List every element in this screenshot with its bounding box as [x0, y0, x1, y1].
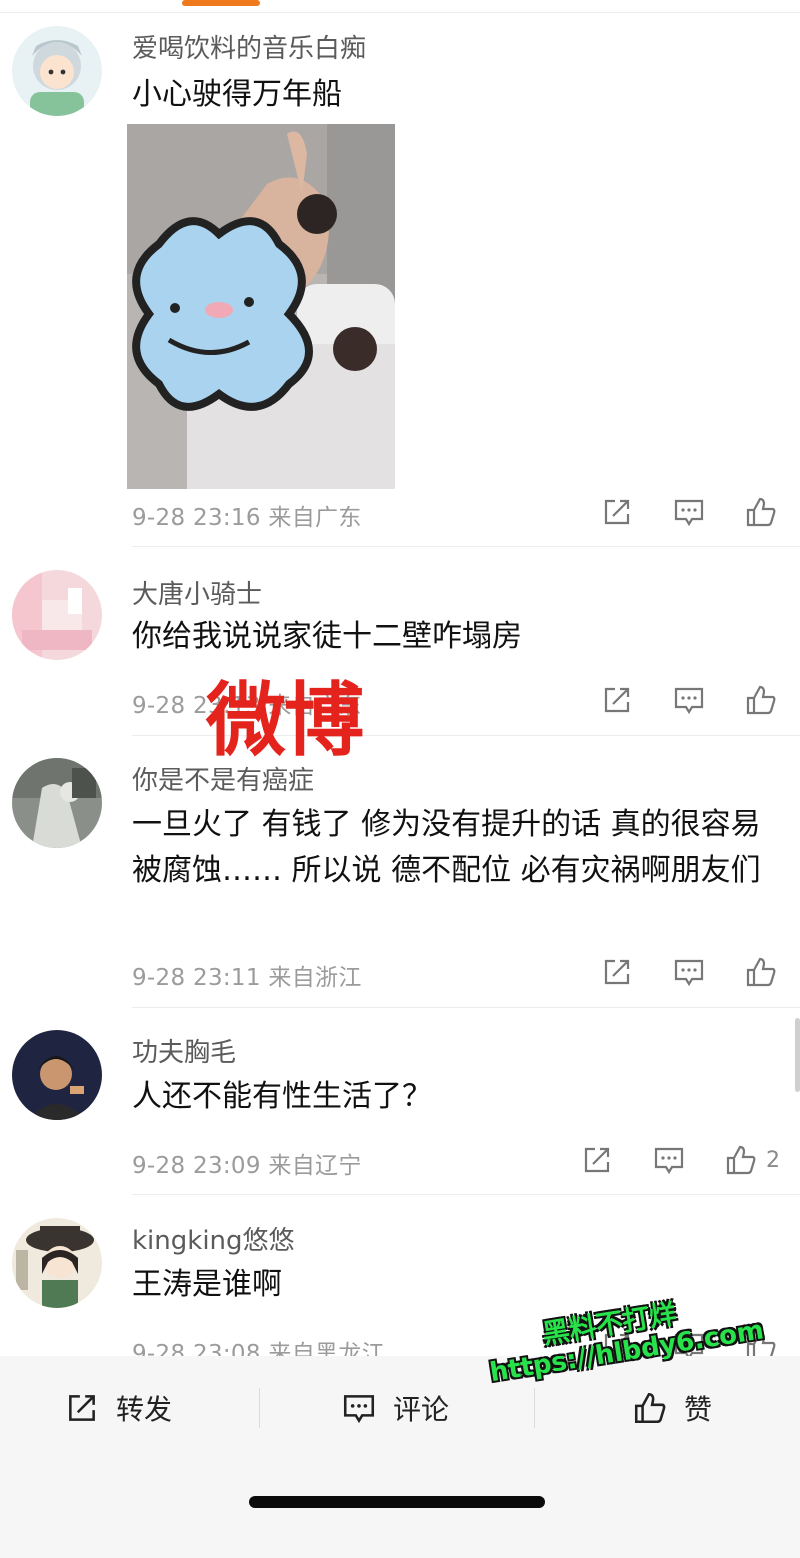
- comment-meta: 9-28 23:16 来自广东: [132, 498, 362, 532]
- comment-time: 9-28 23:16: [132, 505, 261, 531]
- speech-bubble-icon: [674, 687, 704, 715]
- thumbs-up-icon: [746, 497, 776, 527]
- like-button[interactable]: 2: [724, 1142, 780, 1178]
- comment-actions: [564, 680, 780, 720]
- speech-bubble-icon: [654, 1147, 684, 1175]
- separator: [259, 1388, 260, 1428]
- like-button[interactable]: [744, 682, 780, 718]
- comment-location: 来自辽宁: [268, 1153, 362, 1179]
- like-count: 2: [766, 1147, 780, 1173]
- comment-username[interactable]: 大唐小骑士: [132, 574, 262, 611]
- comment-button[interactable]: [672, 954, 708, 990]
- avatar[interactable]: [12, 1030, 102, 1120]
- thumbs-up-icon: [746, 957, 776, 987]
- share-square-icon: [584, 1147, 610, 1173]
- comment-location: 来自浙江: [268, 965, 362, 991]
- avatar[interactable]: [12, 1218, 102, 1308]
- comment-username[interactable]: 功夫胸毛: [132, 1032, 236, 1069]
- share-square-icon: [69, 1395, 95, 1421]
- comment-time: 9-28 23:11: [132, 965, 261, 991]
- speech-bubble-icon: [343, 1395, 375, 1424]
- comment-text: 一旦火了 有钱了 修为没有提升的话 真的很容易被腐蚀…… 所以说 德不配位 必有…: [132, 807, 761, 888]
- avatar[interactable]: [12, 570, 102, 660]
- top-divider: [0, 12, 800, 13]
- thumbs-up-icon: [634, 1392, 666, 1424]
- speech-bubble-icon: [674, 959, 704, 987]
- avatar[interactable]: [12, 26, 102, 116]
- repost-button[interactable]: [600, 494, 636, 530]
- comment-divider: [132, 546, 800, 547]
- share-square-icon: [604, 687, 630, 713]
- bottom-action-bar: 转发 评论 赞: [0, 1356, 800, 1558]
- comment-username[interactable]: kingking悠悠: [132, 1220, 295, 1257]
- repost-button[interactable]: [580, 1142, 616, 1178]
- comment-actions: [564, 492, 780, 532]
- comment-button[interactable]: [672, 682, 708, 718]
- share-square-icon: [604, 499, 630, 525]
- comment-time: 9-28 23:09: [132, 1153, 261, 1179]
- avatar[interactable]: [12, 758, 102, 848]
- comment-text: 人还不能有性生活了？: [132, 1079, 432, 1114]
- comment-meta: 9-28 23:09 来自辽宁: [132, 1146, 362, 1180]
- like-tab-button[interactable]: 赞: [632, 1388, 712, 1428]
- speech-bubble-icon: [674, 499, 704, 527]
- comment-meta: 9-28 23:11 来自浙江: [132, 958, 362, 992]
- like-button[interactable]: [744, 494, 780, 530]
- comment-text: 你给我说说家徒十二壁咋塌房: [132, 619, 522, 654]
- active-tab-indicator: [182, 0, 260, 6]
- repost-tab-button[interactable]: 转发: [64, 1388, 172, 1428]
- comment-divider: [132, 1194, 800, 1195]
- comment-image[interactable]: [127, 124, 395, 489]
- comment-location: 来自广东: [268, 505, 362, 531]
- comment-button[interactable]: [672, 494, 708, 530]
- repost-label: 转发: [116, 1393, 173, 1426]
- repost-button[interactable]: [600, 954, 636, 990]
- home-indicator[interactable]: [249, 1496, 545, 1508]
- scrollbar[interactable]: [795, 1018, 800, 1092]
- weibo-watermark: 微博: [206, 674, 364, 767]
- comment-tab-button[interactable]: 评论: [341, 1388, 449, 1428]
- repost-button[interactable]: [600, 682, 636, 718]
- comment-text: 小心驶得万年船: [132, 77, 342, 112]
- comment-actions: [564, 952, 780, 992]
- comment-actions: 2: [544, 1140, 780, 1180]
- comment-divider: [132, 1007, 800, 1008]
- like-label: 赞: [684, 1393, 713, 1426]
- comment-label: 评论: [393, 1393, 450, 1426]
- share-square-icon: [604, 959, 630, 985]
- thumbs-up-icon: [726, 1145, 756, 1175]
- comment-username[interactable]: 爱喝饮料的音乐白痴: [132, 28, 366, 65]
- comment-button[interactable]: [652, 1142, 688, 1178]
- thumbs-up-icon: [746, 685, 776, 715]
- like-button[interactable]: [744, 954, 780, 990]
- separator: [534, 1388, 535, 1428]
